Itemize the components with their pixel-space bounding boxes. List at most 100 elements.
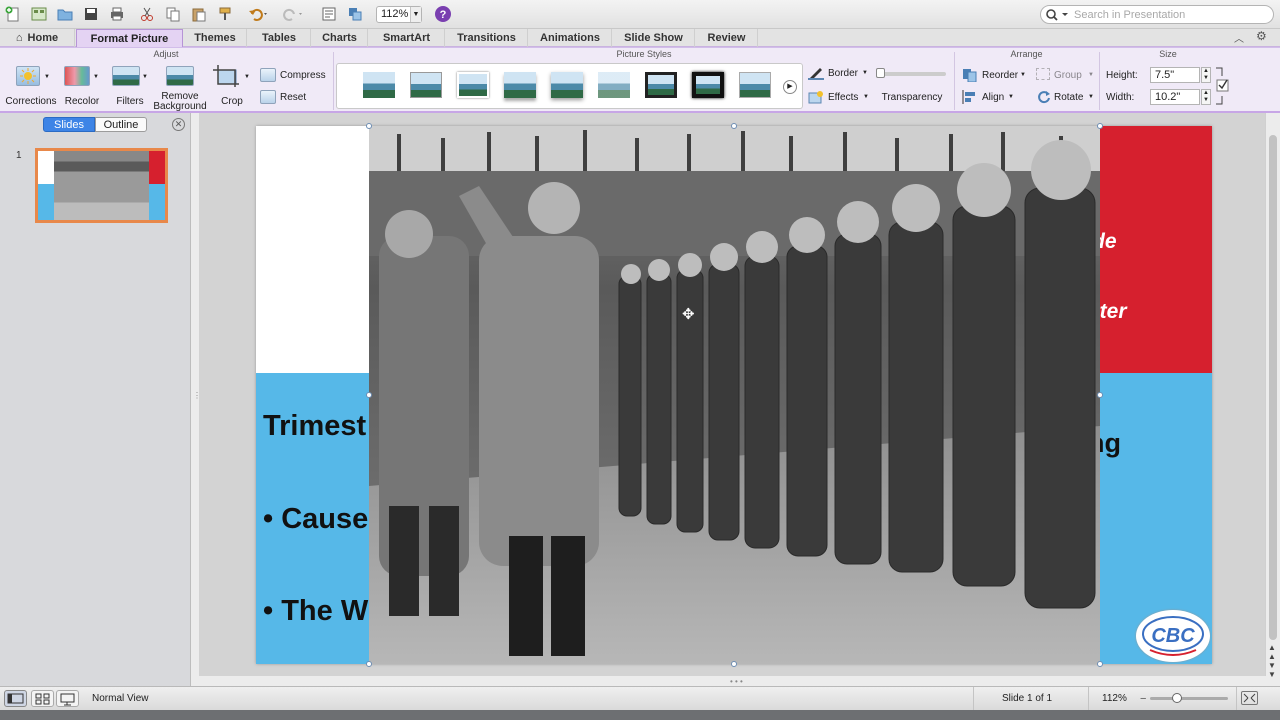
tab-review[interactable]: Review — [696, 29, 758, 47]
picture-style-thumb[interactable] — [645, 72, 677, 98]
search-icon[interactable] — [1045, 8, 1071, 25]
tab-format-picture[interactable]: Format Picture — [76, 29, 183, 47]
picture-style-thumb[interactable] — [598, 72, 630, 98]
picture-style-thumb[interactable] — [410, 72, 442, 98]
resize-handle-left[interactable] — [366, 392, 372, 398]
picture-style-thumb[interactable] — [551, 72, 583, 98]
height-field[interactable]: 7.5" ▲ ▼ — [1150, 67, 1211, 83]
width-label: Width: — [1106, 92, 1135, 103]
resize-handle-bottom-left[interactable] — [366, 661, 372, 667]
tab-animations[interactable]: Animations — [529, 29, 612, 47]
slide-show-view-icon[interactable] — [56, 690, 79, 707]
tab-outline[interactable]: Outline — [95, 117, 147, 132]
transparency-slider[interactable] — [876, 68, 946, 78]
tab-slide-show[interactable]: Slide Show — [613, 29, 695, 47]
picture-style-thumb[interactable] — [504, 72, 536, 98]
black-and-white-photo — [369, 126, 1100, 664]
resize-handle-bottom-right[interactable] — [1097, 661, 1103, 667]
slide-layout-icon[interactable] — [318, 4, 340, 24]
tab-home[interactable]: ⌂ Home — [0, 29, 75, 47]
resize-handle-top-right[interactable] — [1097, 123, 1103, 129]
svg-text:?: ? — [440, 9, 447, 21]
notes-resize-handle[interactable]: • • • — [730, 677, 743, 686]
picture-style-thumb[interactable] — [692, 72, 724, 98]
rotate-icon — [1036, 90, 1052, 107]
arrange-objects-icon[interactable] — [344, 4, 366, 24]
previous-slide-icon[interactable]: ▲ ▲ — [1268, 643, 1276, 661]
picture-style-thumb[interactable] — [457, 72, 489, 98]
tab-label: Slide Show — [624, 32, 683, 44]
paste-icon[interactable] — [188, 4, 210, 24]
reset-button[interactable]: Reset — [258, 90, 330, 106]
width-field[interactable]: 10.2" ▲ ▼ — [1150, 89, 1211, 105]
reorder-button[interactable]: Reorder ▼ — [960, 68, 1030, 84]
height-stepper[interactable]: ▲ ▼ — [1201, 67, 1211, 83]
tab-label: Charts — [322, 32, 357, 44]
picture-style-thumb[interactable] — [739, 72, 771, 98]
zoom-slider[interactable] — [1150, 693, 1228, 703]
thumb-white-block — [38, 151, 54, 184]
close-pane-icon[interactable]: ✕ — [172, 118, 185, 131]
picture-style-thumb[interactable] — [363, 72, 395, 98]
align-button[interactable]: Align ▼ — [960, 90, 1022, 106]
crop-button[interactable]: ▼ Crop — [210, 62, 254, 110]
width-stepper[interactable]: ▲ ▼ — [1201, 89, 1211, 105]
reorder-label: Reorder — [982, 70, 1019, 81]
open-folder-icon[interactable] — [54, 4, 76, 24]
collapse-ribbon-icon[interactable]: ︿ — [1234, 30, 1244, 45]
effects-button[interactable]: Effects ▼ — [806, 90, 870, 106]
redo-icon[interactable] — [278, 4, 308, 24]
gallery-next-icon[interactable]: ▶ — [783, 80, 797, 94]
resize-handle-top[interactable] — [731, 123, 737, 129]
lock-aspect-ratio-checkbox[interactable] — [1214, 66, 1230, 106]
tab-transitions[interactable]: Transitions — [446, 29, 528, 47]
zoom-out-icon[interactable]: − — [1140, 693, 1146, 705]
slide-text-the-w[interactable]: • The W — [263, 595, 368, 628]
group-button[interactable]: Group ▼ — [1034, 68, 1096, 84]
slide-thumbnail[interactable] — [35, 148, 168, 223]
new-presentation-icon[interactable] — [2, 4, 24, 24]
format-painter-icon[interactable] — [214, 4, 236, 24]
filters-button[interactable]: ▼ Filters — [108, 62, 152, 110]
home-icon: ⌂ — [15, 32, 23, 44]
selected-picture[interactable] — [369, 126, 1100, 664]
slide-text-trimest[interactable]: Trimest — [263, 410, 366, 443]
fit-to-window-icon[interactable] — [1241, 691, 1258, 705]
slide-text-causes[interactable]: • Causes — [263, 503, 384, 536]
resize-handle-right[interactable] — [1097, 392, 1103, 398]
resize-handle-bottom[interactable] — [731, 661, 737, 667]
vertical-scrollbar[interactable]: ▲ ▲ ▼ ▼ — [1265, 113, 1280, 679]
print-icon[interactable] — [106, 4, 128, 24]
status-bar: Normal View Slide 1 of 1 112% − — [0, 686, 1280, 711]
copy-icon[interactable] — [162, 4, 184, 24]
search-field[interactable]: Search in Presentation — [1040, 5, 1274, 24]
slide-sorter-icon[interactable] — [31, 690, 54, 707]
compress-button[interactable]: Compress — [258, 68, 330, 84]
normal-view-icon[interactable] — [4, 690, 27, 707]
border-button[interactable]: Border ▼ — [806, 66, 870, 82]
tab-tables[interactable]: Tables — [248, 29, 311, 47]
scrollbar-thumb[interactable] — [1269, 135, 1277, 640]
transparency-slider-thumb[interactable] — [876, 68, 885, 78]
templates-icon[interactable] — [28, 4, 50, 24]
tab-themes[interactable]: Themes — [184, 29, 247, 47]
tab-label: Animations — [540, 32, 600, 44]
zoom-select[interactable]: 112% ▼ — [376, 6, 422, 23]
tab-charts[interactable]: Charts — [312, 29, 368, 47]
undo-icon[interactable] — [244, 4, 274, 24]
corrections-button[interactable]: ▼ Corrections — [4, 62, 58, 110]
ribbon-options-icon[interactable]: ⚙ — [1256, 29, 1267, 43]
tab-slides[interactable]: Slides — [43, 117, 95, 132]
save-icon[interactable] — [80, 4, 102, 24]
remove-background-button[interactable]: Remove Background — [152, 62, 208, 112]
cut-icon[interactable] — [136, 4, 158, 24]
rotate-button[interactable]: Rotate ▼ — [1034, 90, 1096, 106]
picture-styles-gallery[interactable]: ▶ — [336, 63, 803, 109]
next-slide-icon[interactable]: ▼ ▼ — [1268, 661, 1276, 679]
recolor-button[interactable]: ▼ Recolor — [60, 62, 104, 110]
tab-smartart[interactable]: SmartArt — [369, 29, 445, 47]
help-icon[interactable]: ? — [432, 4, 454, 24]
logo-lettering: CBC — [1151, 625, 1195, 647]
zoom-slider-thumb[interactable] — [1172, 693, 1183, 703]
resize-handle-top-left[interactable] — [366, 123, 372, 129]
